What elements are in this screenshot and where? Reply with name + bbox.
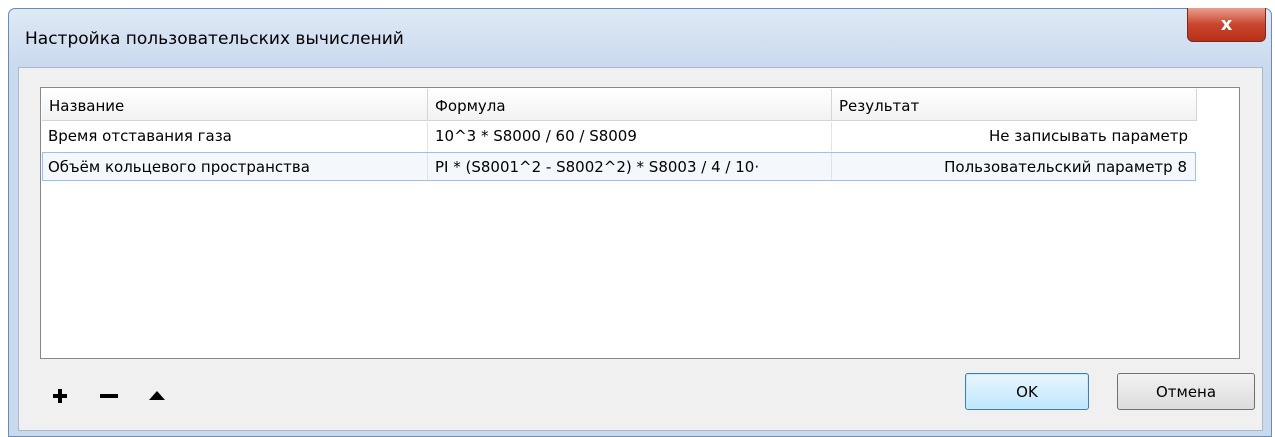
column-header-formula[interactable]: Формула bbox=[428, 89, 832, 121]
dialog-client-area: Название Формула Результат Время отстава… bbox=[18, 67, 1263, 431]
cell-name: Объём кольцевого пространства bbox=[48, 158, 310, 176]
calculations-table[interactable]: Название Формула Результат Время отстава… bbox=[40, 87, 1240, 359]
cell-formula: 10^3 * S8000 / 60 / S8009 bbox=[435, 127, 637, 145]
cancel-button[interactable]: Отмена bbox=[1117, 373, 1255, 410]
cell-name: Время отставания газа bbox=[48, 127, 232, 145]
column-header-name[interactable]: Название bbox=[42, 89, 428, 121]
dialog-title: Настройка пользовательских вычислений bbox=[25, 29, 404, 49]
add-row-button[interactable] bbox=[50, 386, 70, 406]
table-row[interactable]: Время отставания газа 10^3 * S8000 / 60 … bbox=[42, 122, 1196, 151]
dialog-window: Настройка пользовательских вычислений x … bbox=[8, 8, 1272, 437]
table-row-selected[interactable]: Объём кольцевого пространства PI * (S800… bbox=[42, 152, 1196, 181]
move-up-button[interactable] bbox=[147, 386, 167, 406]
remove-row-button[interactable] bbox=[99, 386, 119, 406]
cell-result: Не записывать параметр bbox=[989, 127, 1188, 145]
title-bar[interactable]: Настройка пользовательских вычислений x bbox=[9, 8, 1271, 67]
cell-result: Пользовательский параметр 8 bbox=[944, 158, 1187, 176]
cell-formula: PI * (S8001^2 - S8002^2) * S8003 / 4 / 1… bbox=[435, 158, 760, 176]
close-icon: x bbox=[1220, 14, 1233, 35]
plus-icon bbox=[53, 389, 67, 403]
move-up-icon bbox=[149, 391, 165, 400]
column-header-result[interactable]: Результат bbox=[832, 89, 1197, 121]
minus-icon bbox=[100, 394, 118, 398]
ok-button[interactable]: OK bbox=[965, 373, 1089, 410]
close-button[interactable]: x bbox=[1187, 8, 1266, 42]
